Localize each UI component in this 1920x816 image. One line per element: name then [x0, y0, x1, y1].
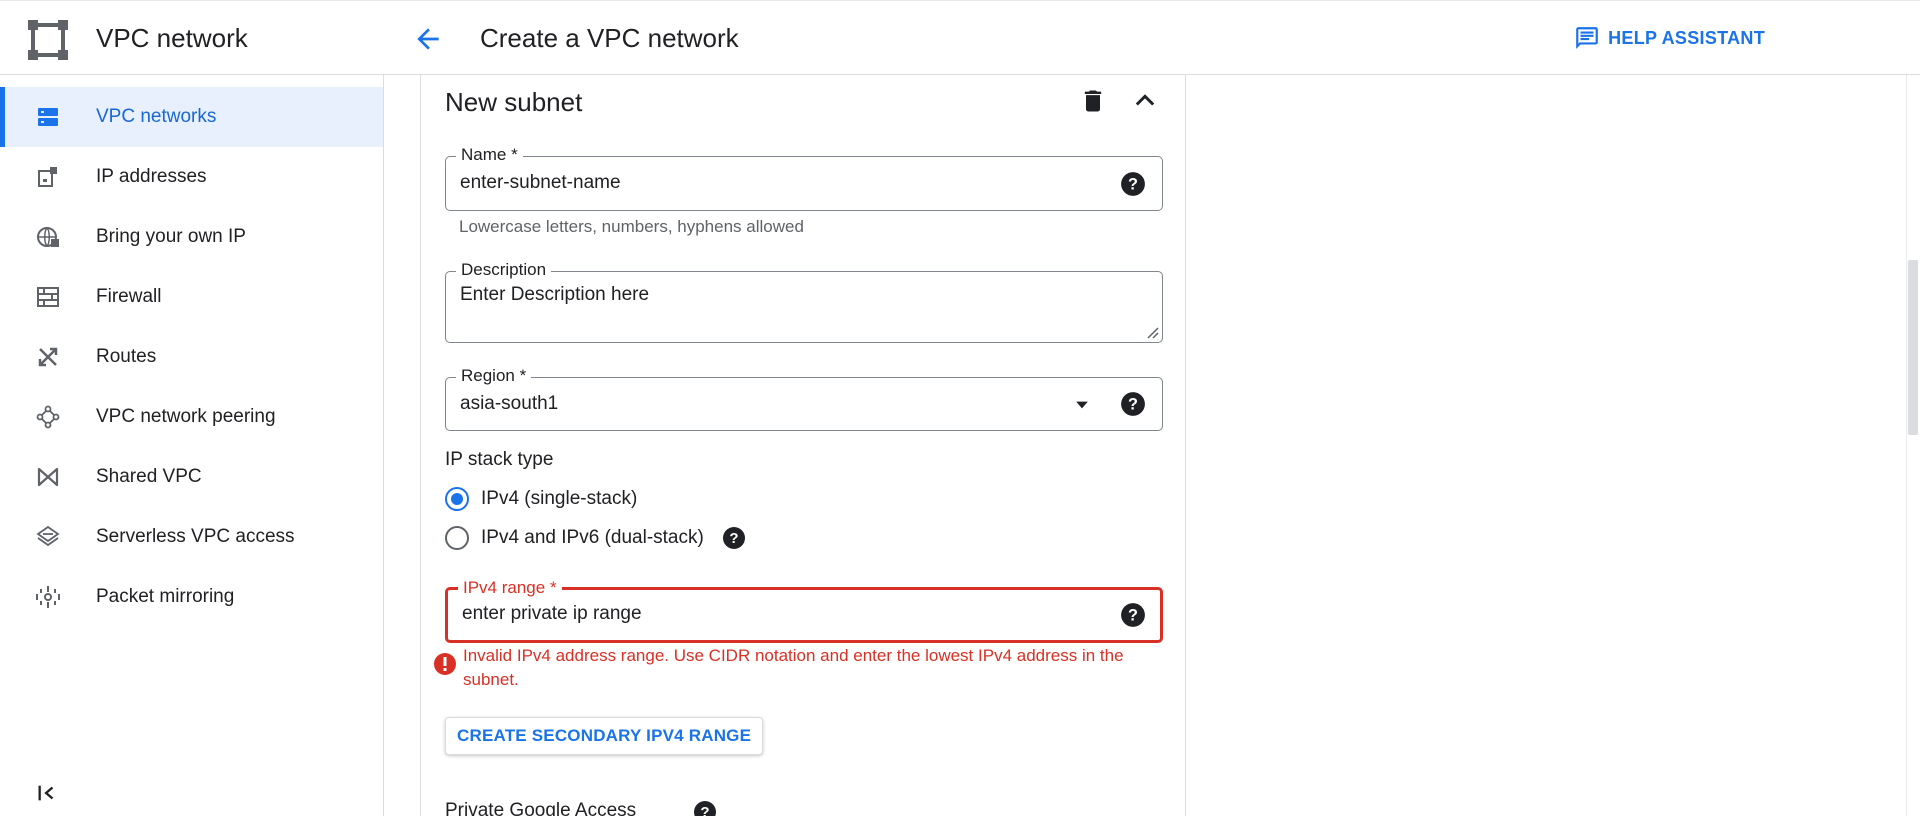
sidebar-item-label: Firewall	[96, 286, 162, 307]
routes-icon	[38, 347, 58, 367]
radio-button[interactable]	[445, 487, 469, 511]
sidebar: VPC networks IP addresses Bring your own…	[0, 75, 384, 816]
collapse-sidebar-icon[interactable]	[36, 782, 58, 804]
sidebar-item-bring-your-own-ip[interactable]: Bring your own IP	[0, 207, 383, 267]
sidebar-item-packet-mirroring[interactable]: Packet mirroring	[0, 567, 383, 627]
scrollbar[interactable]	[1906, 75, 1920, 816]
svg-text:?: ?	[729, 530, 738, 547]
radio-ipv4-ipv6-dual-stack[interactable]: IPv4 and IPv6 (dual-stack) ?	[445, 526, 746, 550]
help-assistant-button[interactable]: HELP ASSISTANT	[1574, 25, 1765, 51]
create-secondary-ipv4-range-button[interactable]: CREATE SECONDARY IPV4 RANGE	[445, 717, 764, 755]
vpc-networks-icon	[38, 108, 58, 126]
sidebar-item-label: Serverless VPC access	[96, 526, 295, 547]
page-title: Create a VPC network	[480, 23, 739, 53]
name-field-value: enter-subnet-name	[460, 172, 621, 193]
sidebar-item-label: IP addresses	[96, 166, 207, 187]
chevron-up-icon[interactable]	[1131, 87, 1159, 115]
radio-button[interactable]	[445, 526, 469, 550]
private-google-access-label: Private Google Access	[445, 800, 637, 816]
top-bar: Create a VPC network HELP ASSISTANT	[384, 0, 1920, 75]
description-field-label: Description	[456, 260, 552, 280]
name-hint: Lowercase letters, numbers, hyphens allo…	[459, 217, 804, 236]
ip-stack-type-label: IP stack type	[445, 449, 554, 470]
sidebar-item-ip-addresses[interactable]: IP addresses	[0, 147, 383, 207]
brand-header: VPC network	[0, 0, 384, 75]
region-field-label: Region *	[456, 366, 532, 386]
sidebar-item-firewall[interactable]: Firewall	[0, 267, 383, 327]
description-field[interactable]: Description Enter Description here	[445, 260, 1163, 343]
subnet-name-field[interactable]: Name * enter-subnet-name ?	[445, 145, 1163, 211]
help-icon[interactable]: ?	[1120, 391, 1146, 417]
new-subnet-card: New subnet Name * enter-subnet-name ? Lo…	[420, 75, 1186, 816]
sidebar-nav: VPC networks IP addresses Bring your own…	[0, 87, 383, 627]
back-arrow-icon[interactable]	[412, 23, 444, 55]
error-icon	[434, 653, 456, 675]
help-icon[interactable]: ?	[693, 800, 717, 816]
dropdown-arrow-icon[interactable]	[1072, 395, 1092, 415]
ip-addresses-icon	[38, 167, 57, 187]
subnet-title: New subnet	[445, 87, 583, 117]
sidebar-item-serverless-vpc-access[interactable]: Serverless VPC access	[0, 507, 383, 567]
firewall-icon	[37, 287, 59, 307]
radio-ipv4-single-stack[interactable]: IPv4 (single-stack)	[445, 487, 637, 511]
description-field-value: Enter Description here	[460, 284, 650, 305]
name-field-label: Name *	[456, 145, 523, 165]
svg-text:?: ?	[1128, 606, 1138, 624]
sidebar-item-vpc-network-peering[interactable]: VPC network peering	[0, 387, 383, 447]
ipv4-range-field[interactable]: IPv4 range * enter private ip range ?	[445, 578, 1163, 643]
sidebar-item-label: Packet mirroring	[96, 586, 235, 607]
help-assistant-label: HELP ASSISTANT	[1608, 27, 1765, 48]
region-select[interactable]: Region * asia-south1 ?	[445, 366, 1163, 431]
shared-vpc-icon	[37, 467, 59, 487]
error-message: Invalid IPv4 address range. Use CIDR not…	[463, 646, 1124, 689]
svg-text:?: ?	[700, 804, 709, 816]
sidebar-item-label: VPC network peering	[96, 406, 276, 427]
sidebar-item-label: Shared VPC	[96, 466, 202, 487]
help-icon[interactable]: ?	[1120, 602, 1146, 628]
radio-label: IPv4 and IPv6 (dual-stack)	[481, 527, 704, 548]
help-icon[interactable]: ?	[722, 526, 746, 550]
sidebar-item-label: Bring your own IP	[96, 226, 246, 247]
sidebar-item-vpc-networks[interactable]: VPC networks	[0, 87, 383, 147]
svg-text:?: ?	[1128, 175, 1138, 193]
ipv4-range-value: enter private ip range	[462, 603, 642, 624]
packet-mirroring-icon	[36, 586, 60, 608]
globe-icon	[37, 227, 59, 247]
peering-icon	[36, 405, 60, 429]
sidebar-item-label: VPC networks	[96, 106, 217, 127]
serverless-icon	[36, 525, 60, 547]
radio-label: IPv4 (single-stack)	[481, 488, 638, 509]
svg-text:?: ?	[1128, 395, 1138, 413]
sidebar-item-routes[interactable]: Routes	[0, 327, 383, 387]
region-field-value: asia-south1	[460, 393, 559, 414]
scrollbar-thumb[interactable]	[1908, 260, 1918, 435]
main-content: New subnet Name * enter-subnet-name ? Lo…	[384, 75, 1920, 816]
sidebar-item-label: Routes	[96, 346, 157, 367]
resize-handle-icon[interactable]	[1145, 325, 1159, 339]
vpc-network-logo-icon	[28, 20, 68, 60]
delete-icon[interactable]	[1079, 87, 1107, 115]
sidebar-item-shared-vpc[interactable]: Shared VPC	[0, 447, 383, 507]
ipv4-range-label: IPv4 range *	[458, 578, 562, 598]
chat-icon	[1576, 27, 1598, 49]
app-title: VPC network	[96, 23, 248, 53]
help-icon[interactable]: ?	[1120, 171, 1146, 197]
ipv4-range-error: Invalid IPv4 address range. Use CIDR not…	[433, 644, 1133, 692]
